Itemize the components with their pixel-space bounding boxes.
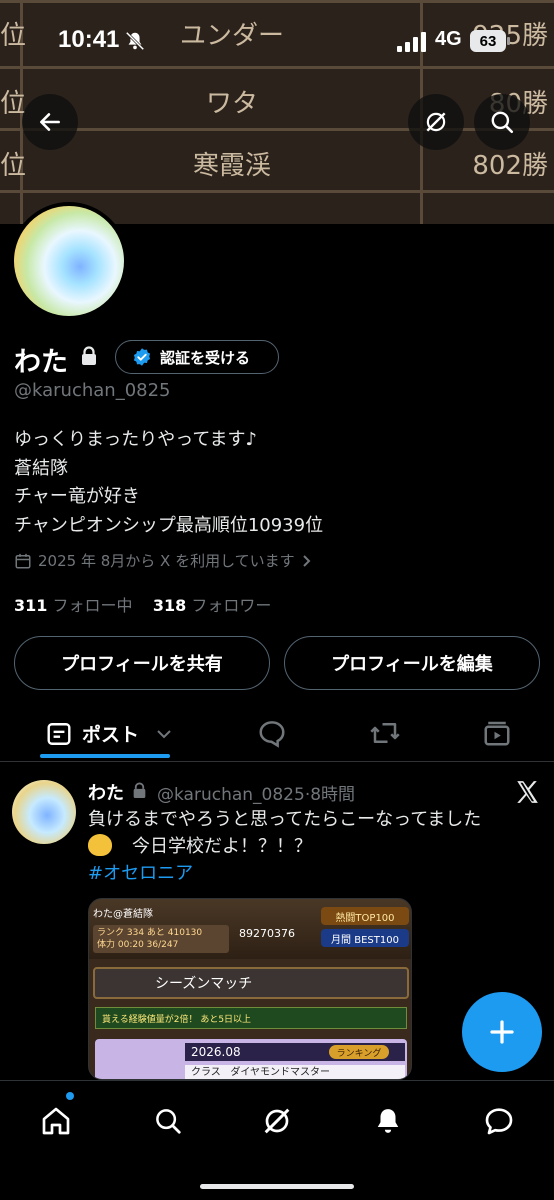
image-class-value: ダイヤモンドマスター [230,1067,331,1078]
image-stamina: 体力 00:20 36/247 [97,940,179,950]
banner-name: 寒霞渓 [192,150,271,181]
compose-button[interactable] [462,992,542,1072]
profile-handle: @karuchan_0825 [14,380,171,401]
get-verified-button[interactable]: 認証を受ける [115,340,279,374]
image-class: クラス ダイヤモンドマスター [185,1065,405,1079]
profile-tabs: ポスト [0,708,554,760]
joined-text: 2025 年 8月から X を利用しています [38,552,295,570]
nav-grok[interactable] [249,1099,305,1143]
lock-icon [133,782,146,798]
image-top100: 熱闘TOP100 [321,907,409,925]
banner-rank: 位 [0,150,27,181]
image-ranking: ランキング [329,1045,389,1059]
profile-avatar[interactable] [10,202,128,320]
share-profile-button[interactable]: プロフィールを共有 [14,636,270,690]
tab-posts[interactable]: ポスト [46,720,173,747]
reply-icon [259,721,285,748]
post-meta: @karuchan_0825·8時間 [157,780,355,805]
bio-line: 蒼結隊 [14,457,68,479]
followers-link[interactable]: 318 フォロワー [153,596,272,615]
image-title: シーズンマッチ [93,967,409,999]
image-header: わた@蒼結隊 ランク 334 あと 410130 体力 00:20 36/247… [89,899,411,959]
follow-stats: 311 フォロー中 318 フォロワー [14,592,271,616]
bio-line: チャンピオンシップ最高順位10939位 [14,514,324,536]
arrow-left-icon [40,113,60,131]
divider [0,761,554,762]
post-line: 負けるまでやろうと思ってたらこーなってました [88,809,482,830]
bell-icon [377,1109,399,1133]
profile-name: わた [14,347,68,378]
chat-icon [485,1108,513,1135]
following-link[interactable]: 311 フォロー中 [14,596,133,615]
grok-button[interactable] [408,94,464,150]
avatar-image [14,206,124,316]
network-type: 4G [435,28,462,50]
post-image[interactable]: わた@蒼結隊 ランク 334 あと 410130 体力 00:20 36/247… [88,898,412,1080]
lock-icon [82,346,96,365]
banner-row: 位 寒霞渓 802勝 [0,132,554,194]
active-tab-indicator [40,754,170,758]
edit-profile-button[interactable]: プロフィールを編集 [284,636,540,690]
status-time: 10:41 [58,26,120,53]
x-logo-icon[interactable] [514,779,540,805]
image-rank: ランク 334 あと 410130 [97,928,203,938]
joined-date[interactable]: 2025 年 8月から X を利用しています [14,550,313,571]
battery-level: 63 [470,30,506,52]
post-author-avatar[interactable] [12,780,76,844]
home-icon [42,1107,70,1135]
image-player: わた@蒼結隊 [93,909,153,920]
followers-count: 318 [152,596,187,615]
image-coins: 89270376 [239,927,295,940]
following-count: 311 [14,596,48,615]
bio-line: ゆっくりまったりやってます♪ [14,429,257,450]
plus-icon [490,1020,514,1044]
post-text: 負けるまでやろうと思ってたらこーなってました 今日学校だよ！？！？ #オセロニア [88,806,538,887]
nav-messages[interactable] [471,1099,527,1143]
post-line-2: 今日学校だよ！？！？ [88,833,538,860]
tab-media[interactable] [482,718,512,752]
status-bar: 10:41 4G 63 [0,0,554,80]
following-label: フォロー中 [52,596,133,615]
image-class-label: クラス [191,1067,221,1078]
image-stats: ランク 334 あと 410130 体力 00:20 36/247 [93,925,229,953]
calendar-icon [15,553,31,568]
repost-icon [370,723,400,743]
profile-bio: ゆっくりまったりやってます♪ 蒼結隊 チャー竜が好き チャンピオンシップ最高順位… [14,426,323,540]
hashtag-link[interactable]: #オセロニア [88,860,538,887]
grok-icon [426,112,446,132]
nav-notifications[interactable] [360,1099,416,1143]
grok-icon [264,1108,290,1134]
post-list-icon [47,722,71,745]
get-verified-label: 認証を受ける [160,348,251,367]
notification-dot [66,1092,74,1100]
verified-badge-icon [133,348,151,366]
search-icon [491,111,514,134]
chevron-right-icon [302,554,311,567]
image-best100: 月間 BEST100 [321,929,409,947]
bottom-nav [0,1080,554,1200]
post-time: 8時間 [310,785,356,805]
nav-home[interactable] [28,1099,84,1143]
battery-tip [507,37,510,45]
back-button[interactable] [22,94,78,150]
post-line: 今日学校だよ！？！？ [132,836,312,857]
search-button[interactable] [474,94,530,150]
chevron-down-icon [157,729,171,738]
followers-label: フォロワー [191,596,272,615]
bell-muted-icon [125,31,145,51]
tab-replies[interactable] [257,718,287,752]
search-icon [156,1109,181,1134]
post-handle: @karuchan_0825 [157,785,305,805]
bio-line: チャー竜が好き [14,486,140,507]
image-season-card: 2026.08 ランキング クラス ダイヤモンドマスター [95,1039,407,1079]
tab-posts-label: ポスト [82,724,140,746]
signal-icon [397,32,426,52]
image-banner: 貰える経験値量が2倍！ あと5日以上 [95,1007,407,1029]
post-author-name[interactable]: わた [88,779,124,805]
melting-face-emoji-icon [88,834,112,856]
tab-reposts[interactable] [368,718,402,752]
video-tab-icon [484,721,510,746]
nav-search[interactable] [140,1099,196,1143]
home-indicator [200,1184,354,1189]
